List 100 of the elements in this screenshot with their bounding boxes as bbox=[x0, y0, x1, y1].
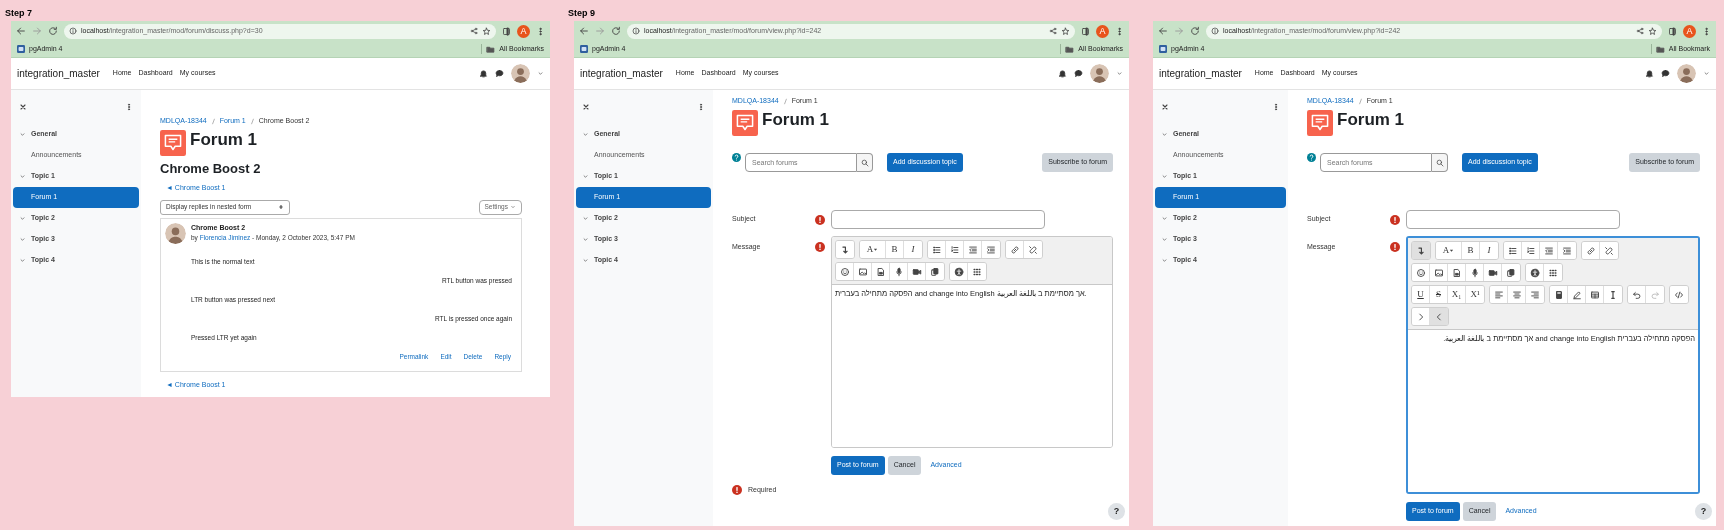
strike-button[interactable]: S bbox=[1430, 286, 1448, 303]
bold-button[interactable]: B bbox=[886, 241, 904, 258]
sub-button[interactable]: X₁ bbox=[1448, 286, 1466, 303]
chevron-down-icon[interactable] bbox=[582, 257, 589, 264]
sup-button[interactable]: X¹ bbox=[1466, 286, 1484, 303]
star-icon bbox=[1061, 26, 1070, 36]
site-name[interactable]: integration_master bbox=[17, 66, 100, 81]
mic-button[interactable] bbox=[890, 263, 908, 280]
site-name[interactable]: integration_master bbox=[580, 66, 663, 81]
chevron-down-icon[interactable] bbox=[582, 173, 589, 180]
help-button[interactable]: ? bbox=[1108, 503, 1125, 520]
accessibility-icon bbox=[953, 266, 964, 277]
database-icon bbox=[17, 45, 25, 53]
ul-button[interactable] bbox=[1504, 242, 1522, 259]
ol-button[interactable] bbox=[1522, 242, 1540, 259]
undo-button[interactable] bbox=[1628, 286, 1646, 303]
chevron-down-icon[interactable] bbox=[582, 215, 589, 222]
mic-button[interactable] bbox=[1466, 264, 1484, 281]
indent-button[interactable] bbox=[982, 241, 1000, 258]
profile-button[interactable]: A bbox=[1096, 24, 1109, 38]
italic-button[interactable]: I bbox=[904, 241, 922, 258]
outdent-button[interactable] bbox=[1540, 242, 1558, 259]
image-button[interactable] bbox=[1430, 264, 1448, 281]
grid-icon bbox=[1548, 267, 1558, 278]
grid-button[interactable] bbox=[968, 263, 986, 280]
help-icon[interactable] bbox=[1307, 153, 1316, 162]
chat-bubble-icon bbox=[495, 69, 504, 78]
profile-button[interactable]: A bbox=[517, 24, 530, 38]
calc-button[interactable] bbox=[1550, 286, 1568, 303]
link-button[interactable] bbox=[1582, 242, 1600, 259]
help-button[interactable]: ? bbox=[1695, 503, 1712, 520]
chevron-down-icon[interactable] bbox=[1161, 131, 1168, 138]
unlink-button[interactable] bbox=[1024, 241, 1042, 258]
profile-button[interactable]: A bbox=[1683, 24, 1696, 38]
forum-icon bbox=[732, 110, 758, 136]
unlink-button[interactable] bbox=[1600, 242, 1618, 259]
outdent-button[interactable] bbox=[964, 241, 982, 258]
copy-button[interactable] bbox=[926, 263, 944, 280]
subject-field[interactable] bbox=[831, 210, 1045, 229]
font-button[interactable]: A bbox=[860, 241, 886, 258]
bullet-list-icon bbox=[1507, 245, 1518, 256]
outdent-icon bbox=[1543, 245, 1554, 256]
file-icon bbox=[1451, 267, 1462, 278]
link-icon bbox=[1009, 244, 1020, 255]
chevron-down-icon[interactable] bbox=[1161, 173, 1168, 180]
reload-icon bbox=[1190, 26, 1200, 36]
italic-button[interactable]: I bbox=[1480, 242, 1498, 259]
file-button[interactable] bbox=[1448, 264, 1466, 281]
site-name[interactable]: integration_master bbox=[1159, 66, 1242, 81]
required-icon bbox=[732, 485, 742, 496]
chevron-down-icon[interactable] bbox=[1161, 236, 1168, 243]
ol-button[interactable] bbox=[946, 241, 964, 258]
chevron-down-icon[interactable] bbox=[19, 173, 26, 180]
align-center-button[interactable] bbox=[1508, 286, 1526, 303]
align-right-button[interactable] bbox=[1526, 286, 1544, 303]
ul-button[interactable] bbox=[928, 241, 946, 258]
chevron-down-icon[interactable] bbox=[582, 236, 589, 243]
accessibility-button[interactable] bbox=[950, 263, 968, 280]
grid-button[interactable] bbox=[1544, 264, 1562, 281]
copy-button[interactable] bbox=[1502, 264, 1520, 281]
search-button[interactable] bbox=[1432, 153, 1448, 172]
help-icon[interactable] bbox=[732, 153, 741, 162]
font-button[interactable]: A bbox=[1436, 242, 1462, 259]
copy-icon bbox=[1506, 267, 1516, 278]
video-button[interactable] bbox=[908, 263, 926, 280]
search-button[interactable] bbox=[857, 153, 873, 172]
expand-button[interactable] bbox=[1412, 242, 1430, 259]
bold-button[interactable]: B bbox=[1462, 242, 1480, 259]
caret-icon bbox=[537, 70, 544, 77]
emoji-button[interactable] bbox=[836, 263, 854, 280]
subject-field[interactable] bbox=[1406, 210, 1620, 229]
slash-icon bbox=[1356, 97, 1364, 105]
chevron-down-icon[interactable] bbox=[1161, 215, 1168, 222]
indent-icon bbox=[1562, 245, 1572, 256]
chevron-down-icon[interactable] bbox=[582, 131, 589, 138]
file-button[interactable] bbox=[872, 263, 890, 280]
table-button[interactable] bbox=[1586, 286, 1604, 303]
share-icon bbox=[1636, 27, 1644, 35]
video-button[interactable] bbox=[1484, 264, 1502, 281]
chevron-down-icon[interactable] bbox=[1161, 257, 1168, 264]
link-button[interactable] bbox=[1006, 241, 1024, 258]
side-panel-icon bbox=[1668, 26, 1677, 36]
emoji-button[interactable] bbox=[1412, 264, 1430, 281]
caret-icon bbox=[510, 204, 516, 210]
edit-button[interactable] bbox=[1568, 286, 1586, 303]
chevron-down-icon[interactable] bbox=[19, 215, 26, 222]
chevron-down-icon[interactable] bbox=[19, 257, 26, 264]
align-left-button[interactable] bbox=[1490, 286, 1508, 303]
chevron-down-icon[interactable] bbox=[19, 236, 26, 243]
file-icon bbox=[875, 266, 886, 277]
underline-button[interactable]: U bbox=[1412, 286, 1430, 303]
expand-button[interactable] bbox=[836, 241, 854, 258]
back-arrow-icon bbox=[579, 26, 589, 36]
up-down-caret-icon bbox=[278, 204, 284, 210]
chevron-down-icon[interactable] bbox=[19, 131, 26, 138]
indent-button[interactable] bbox=[1558, 242, 1576, 259]
code-button[interactable] bbox=[1670, 286, 1688, 303]
image-button[interactable] bbox=[854, 263, 872, 280]
cursor-button[interactable] bbox=[1604, 286, 1622, 303]
accessibility-button[interactable] bbox=[1526, 264, 1544, 281]
